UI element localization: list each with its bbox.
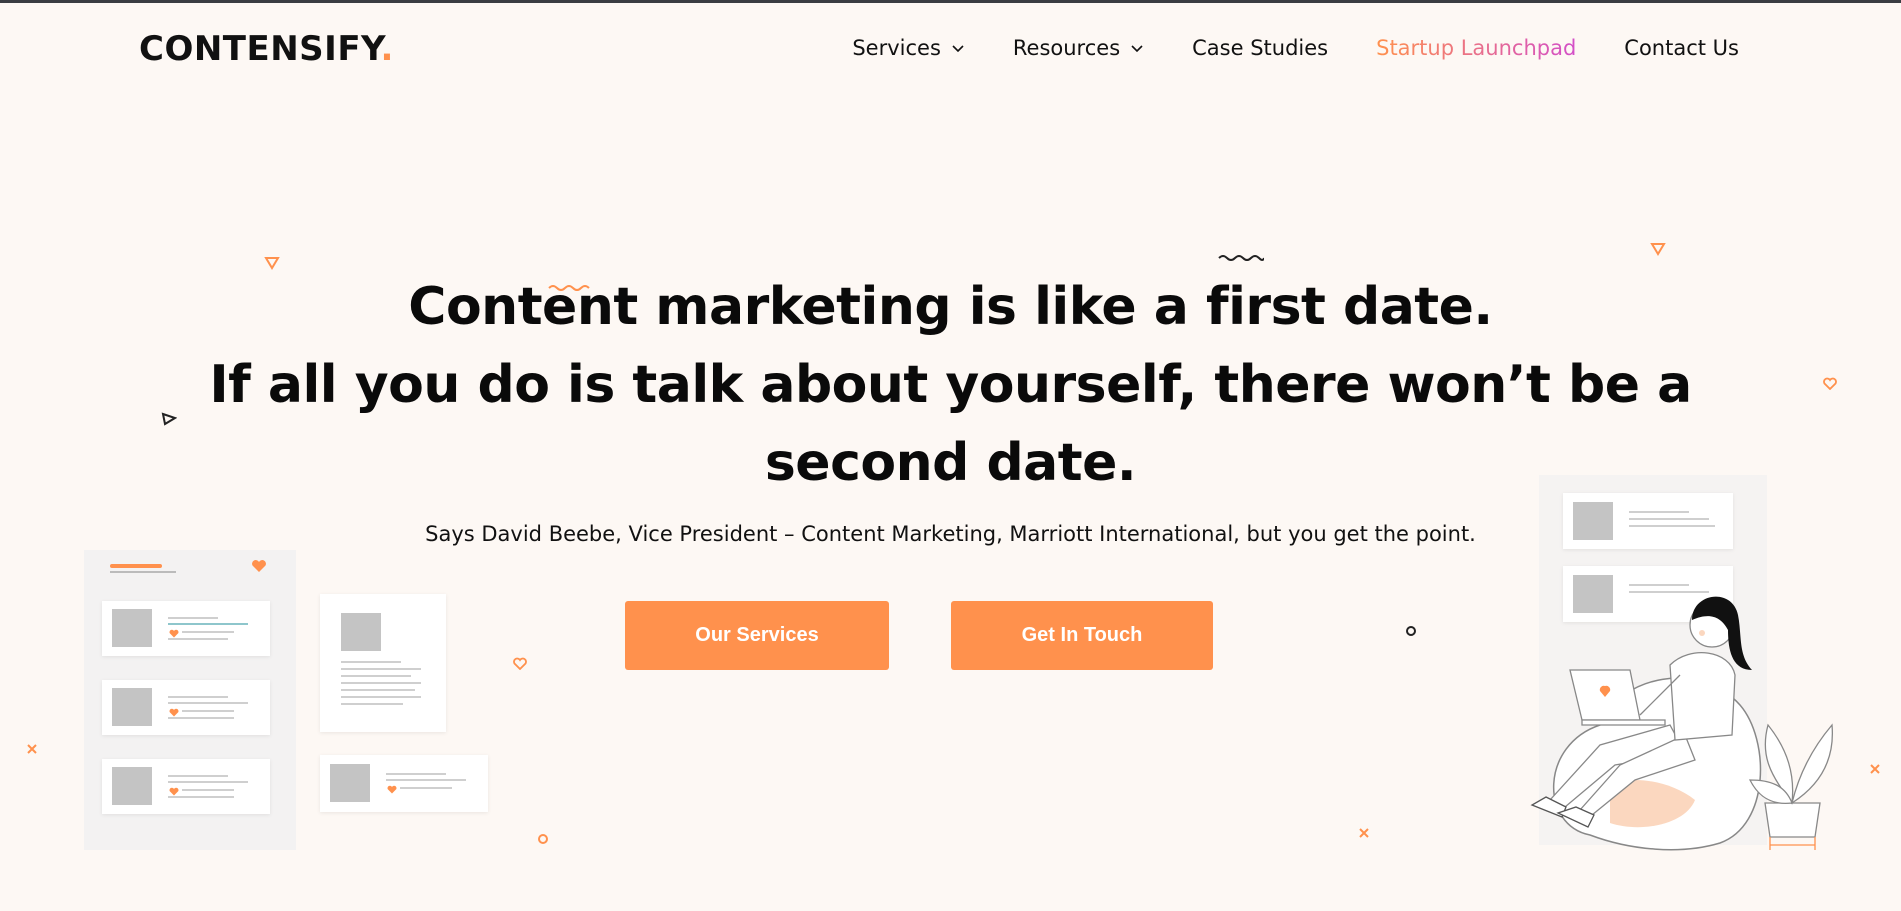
cross-icon	[27, 744, 37, 754]
card-thumbnail	[341, 613, 381, 651]
nav-contact-label: Contact Us	[1624, 36, 1739, 60]
feed-card	[102, 601, 270, 656]
nav-startup-label: Startup Launchpad	[1376, 36, 1577, 60]
card-text-line	[168, 775, 228, 777]
heart-icon	[387, 785, 397, 794]
heart-icon	[252, 560, 266, 572]
feed-card	[102, 680, 270, 735]
card-text-line	[341, 696, 421, 698]
triangle-icon	[1650, 243, 1666, 256]
card-text-line	[182, 631, 234, 633]
card-text-line	[182, 710, 234, 712]
heart-icon	[169, 787, 179, 796]
nav-item-contact-us[interactable]: Contact Us	[1624, 36, 1739, 60]
card-text-line	[168, 717, 234, 719]
hero-heading-line-2: If all you do is talk about yourself, th…	[209, 355, 1692, 415]
card-text-line	[168, 638, 228, 640]
nav-case-studies-label: Case Studies	[1192, 36, 1329, 60]
person-on-beanbag-illustration	[1530, 596, 1834, 851]
logo-dot: .	[380, 29, 394, 69]
squiggle-icon	[1218, 255, 1264, 261]
panel-header-bar	[110, 564, 162, 568]
heart-icon	[169, 629, 179, 638]
nav-item-startup-launchpad[interactable]: Startup Launchpad	[1376, 36, 1576, 60]
card-text-line	[168, 696, 228, 698]
get-in-touch-button[interactable]: Get In Touch	[951, 601, 1213, 670]
cross-icon	[1870, 764, 1880, 774]
cross-icon	[1359, 828, 1369, 838]
card-thumbnail	[330, 764, 370, 802]
card-text-line	[168, 623, 248, 625]
logo-text: CONTENSIFY	[139, 29, 381, 69]
card-text-line	[168, 702, 248, 704]
card-text-line	[341, 682, 421, 684]
article-card	[320, 594, 446, 732]
card-thumbnail	[112, 688, 152, 726]
heart-icon	[169, 708, 179, 717]
card-text-line	[341, 668, 421, 670]
card-text-line	[341, 703, 403, 705]
hero-heading-line-1: Content marketing is like a first date.	[408, 277, 1493, 337]
feed-card	[320, 755, 488, 812]
site-header: CONTENSIFY. Services Resources Case Stud…	[0, 3, 1901, 93]
card-text-line	[400, 787, 452, 789]
feed-card	[1563, 493, 1733, 549]
card-text-line	[168, 781, 248, 783]
nav-item-case-studies[interactable]: Case Studies	[1192, 36, 1328, 60]
card-text-line	[341, 689, 415, 691]
card-text-line	[182, 789, 234, 791]
feed-illustration-panel	[84, 550, 296, 850]
triangle-icon	[161, 412, 177, 426]
card-text-line	[341, 661, 401, 663]
panel-header-subbar	[110, 571, 176, 573]
nav-item-resources[interactable]: Resources	[1013, 36, 1144, 60]
our-services-button[interactable]: Our Services	[625, 601, 889, 670]
nav-item-services[interactable]: Services	[852, 36, 965, 60]
card-text-line	[168, 617, 218, 619]
nav-services-label: Services	[852, 36, 941, 60]
card-thumbnail	[1573, 502, 1613, 540]
card-text-line	[168, 796, 234, 798]
hero-heading: Content marketing is like a first date. …	[0, 268, 1901, 502]
logo[interactable]: CONTENSIFY.	[139, 29, 394, 69]
card-text-line	[386, 773, 446, 775]
card-text-line	[1629, 511, 1689, 513]
card-thumbnail	[112, 767, 152, 805]
card-thumbnail	[112, 609, 152, 647]
heart-icon	[1823, 377, 1837, 390]
circle-icon	[1406, 626, 1416, 636]
circle-icon	[538, 834, 548, 844]
card-text-line	[1629, 518, 1709, 520]
squiggle-icon	[548, 285, 590, 291]
card-text-line	[1629, 525, 1715, 527]
chevron-down-icon	[952, 45, 964, 53]
card-text-line	[386, 779, 466, 781]
card-text-line	[341, 675, 411, 677]
main-nav: Services Resources Case Studies Startup …	[852, 36, 1739, 60]
feed-card	[102, 759, 270, 814]
triangle-icon	[264, 257, 280, 270]
nav-resources-label: Resources	[1012, 36, 1121, 60]
chevron-down-icon	[1131, 45, 1143, 53]
heart-icon	[513, 657, 527, 670]
